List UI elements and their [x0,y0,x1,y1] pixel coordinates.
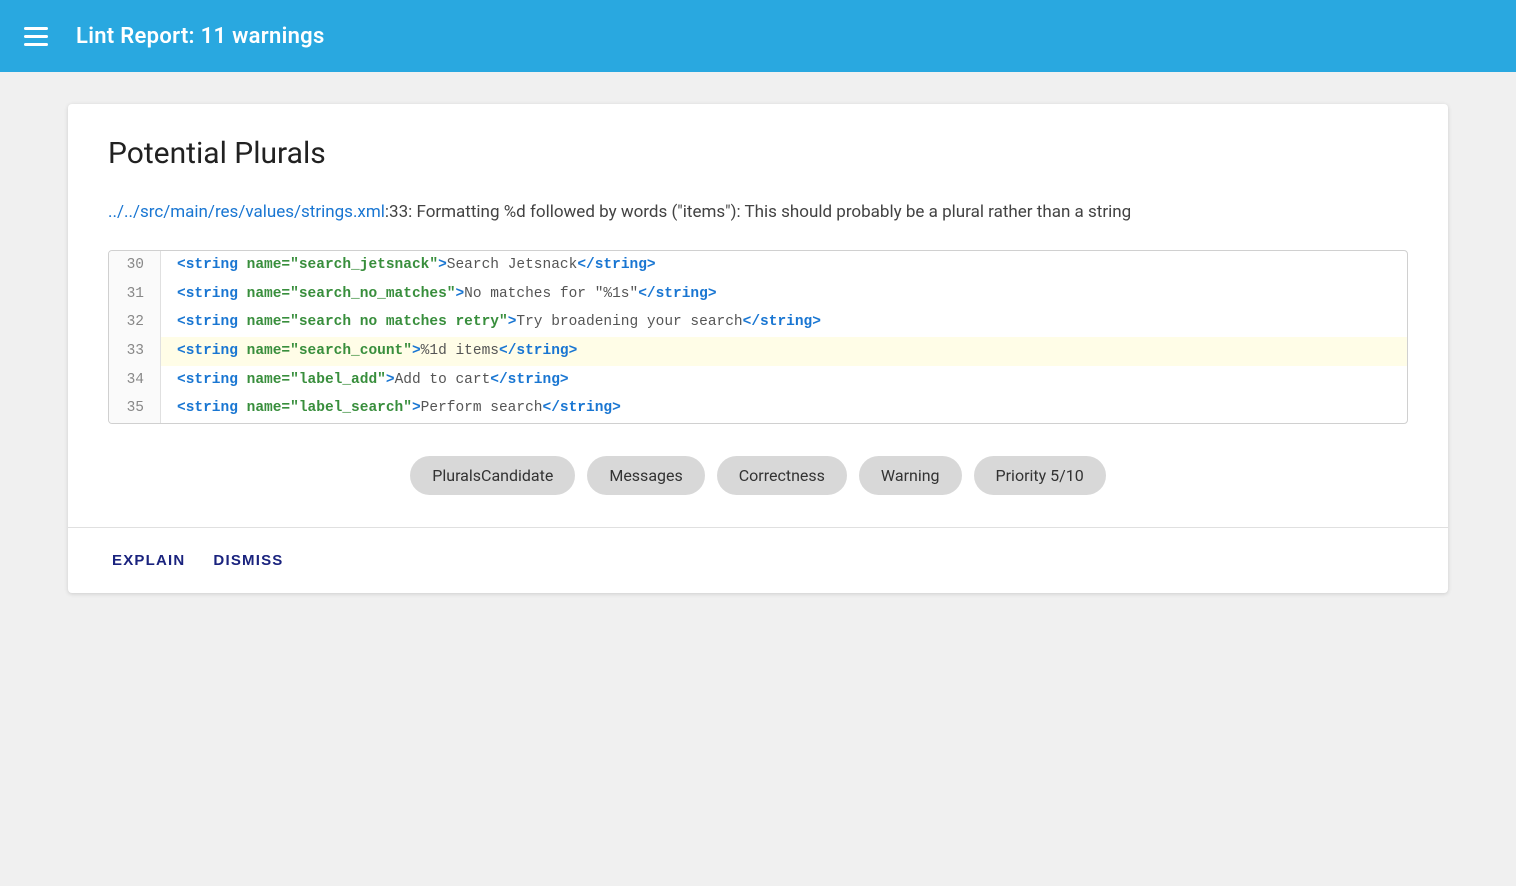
code-line-32: 32 <string name="search no matches retry… [109,308,1407,337]
code-block: 30 <string name="search_jetsnack">Search… [108,250,1408,424]
main-content: Potential Plurals ../../src/main/res/val… [0,72,1516,886]
line-content: <string name="search_no_matches">No matc… [161,280,1407,309]
tag-messages: Messages [587,456,704,495]
line-number: 32 [109,308,161,337]
line-number: 34 [109,366,161,395]
tag-correctness: Correctness [717,456,847,495]
dismiss-button[interactable]: DISMISS [209,548,287,573]
line-number: 35 [109,394,161,423]
line-content: <string name="label_add">Add to cart</st… [161,366,1407,395]
code-line-33: 33 <string name="search_count">%1d items… [109,337,1407,366]
line-number: 31 [109,280,161,309]
tag-warning: Warning [859,456,962,495]
explain-button[interactable]: EXPLAIN [108,548,189,573]
code-line-34: 34 <string name="label_add">Add to cart<… [109,366,1407,395]
file-link[interactable]: ../../src/main/res/values/strings.xml [108,202,385,222]
line-content: <string name="search_count">%1d items</s… [161,337,1407,366]
app-header: Lint Report: 11 warnings [0,0,1516,72]
card-description: ../../src/main/res/values/strings.xml:33… [108,199,1408,226]
line-content: <string name="search_jetsnack">Search Je… [161,251,1407,280]
card-title: Potential Plurals [108,136,1408,171]
line-number: 30 [109,251,161,280]
description-text: :33: Formatting %d followed by words ("i… [385,202,1131,222]
line-number: 33 [109,337,161,366]
card-footer: EXPLAIN DISMISS [108,528,1408,593]
header-title: Lint Report: 11 warnings [76,24,325,49]
code-line-31: 31 <string name="search_no_matches">No m… [109,280,1407,309]
line-content: <string name="label_search">Perform sear… [161,394,1407,423]
lint-card: Potential Plurals ../../src/main/res/val… [68,104,1448,593]
menu-icon[interactable] [24,27,48,46]
code-line-35: 35 <string name="label_search">Perform s… [109,394,1407,423]
code-line-30: 30 <string name="search_jetsnack">Search… [109,251,1407,280]
line-content: <string name="search no matches retry">T… [161,308,1407,337]
tag-priority: Priority 5/10 [974,456,1106,495]
tag-plurals-candidate: PluralsCandidate [410,456,575,495]
tags-row: PluralsCandidate Messages Correctness Wa… [108,456,1408,527]
